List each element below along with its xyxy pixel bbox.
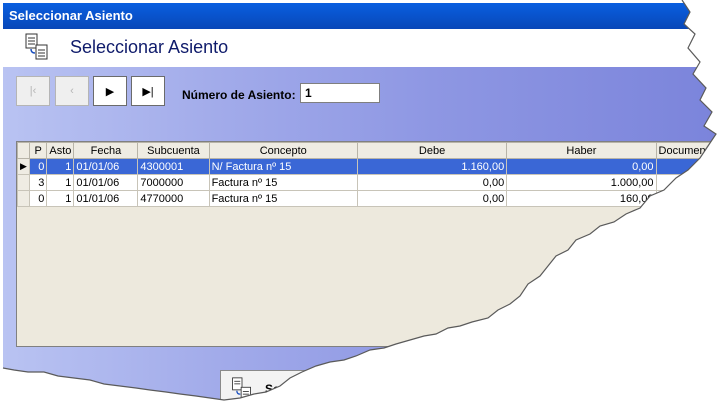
cell-p[interactable]: 3 [28,174,48,191]
header-banner: Seleccionar Asiento [3,29,718,67]
first-record-label: |‹ [29,85,37,97]
grid-header-row: P Asto Fecha Subcuenta Concepto Debe Hab… [17,142,715,159]
document-arrow-icon [232,377,251,400]
cell-debe[interactable]: 0,00 [356,190,508,207]
column-header-subcuenta[interactable]: Subcuenta [137,142,210,159]
table-row[interactable]: 0 1 01/01/06 4770000 Factura nº 15 0,00 … [17,190,715,207]
page-title: Seleccionar Asiento [70,37,229,57]
column-header-asto[interactable]: Asto [46,142,75,159]
window-client: Seleccionar Asiento |‹ ‹ ▶ ▶| Número de … [3,29,718,416]
table-row[interactable]: ▶ 0 1 01/01/06 4300001 N/ Factura nº 15 … [17,158,715,175]
cell-concepto[interactable]: N/ Factura nº 15 [208,158,358,175]
cell-haber[interactable]: 1.000,00 [506,174,657,191]
cell-subcuenta[interactable]: 4770000 [137,190,210,207]
table-row[interactable]: 3 1 01/01/06 7000000 Factura nº 15 0,00 … [17,174,715,191]
row-indicator [17,174,30,191]
cell-fecha[interactable]: 01/01/06 [73,190,139,207]
column-header-p[interactable]: P [28,142,48,159]
cell-haber[interactable]: 0,00 [506,158,657,175]
cell-asto[interactable]: 1 [46,158,75,175]
next-record-button[interactable]: ▶ [93,76,127,106]
column-header-fecha[interactable]: Fecha [73,142,139,159]
cell-document[interactable] [655,190,715,207]
numero-asiento-input[interactable]: 1 [300,83,380,103]
select-button[interactable]: Se [220,370,340,406]
cell-concepto[interactable]: Factura nº 15 [208,174,358,191]
cell-fecha[interactable]: 01/01/06 [73,174,139,191]
column-header-haber[interactable]: Haber [506,142,657,159]
cell-debe[interactable]: 1.160,00 [356,158,508,175]
first-record-button[interactable]: |‹ [16,76,50,106]
asientos-grid[interactable]: P Asto Fecha Subcuenta Concepto Debe Hab… [16,141,716,347]
cell-debe[interactable]: 0,00 [356,174,508,191]
cell-document[interactable] [655,158,715,175]
window-title: Seleccionar Asiento [9,8,133,23]
select-button-label: Se [265,382,280,396]
cell-subcuenta[interactable]: 7000000 [137,174,210,191]
window: Seleccionar Asiento Seleccionar Asiento … [0,0,721,416]
cell-p[interactable]: 0 [28,190,48,207]
cell-p[interactable]: 0 [28,158,48,175]
indicator-header [17,142,30,159]
document-arrow-icon [25,33,48,60]
column-header-debe[interactable]: Debe [356,142,508,159]
column-header-concepto[interactable]: Concepto [208,142,358,159]
next-record-label: ▶ [105,85,115,98]
title-bar[interactable]: Seleccionar Asiento [3,3,718,29]
column-header-document[interactable]: Document [655,142,715,159]
cell-asto[interactable]: 1 [46,174,75,191]
numero-asiento-label: Número de Asiento: [182,88,296,102]
prev-record-button[interactable]: ‹ [55,76,89,106]
cell-fecha[interactable]: 01/01/06 [73,158,139,175]
cell-subcuenta[interactable]: 4300001 [137,158,210,175]
cell-asto[interactable]: 1 [46,190,75,207]
last-record-label: ▶| [142,85,154,98]
cell-document[interactable] [655,174,715,191]
row-indicator-icon: ▶ [17,158,30,175]
row-indicator [17,190,30,207]
cell-concepto[interactable]: Factura nº 15 [208,190,358,207]
last-record-button[interactable]: ▶| [131,76,165,106]
cell-haber[interactable]: 160,00 [506,190,657,207]
prev-record-label: ‹ [70,85,74,97]
